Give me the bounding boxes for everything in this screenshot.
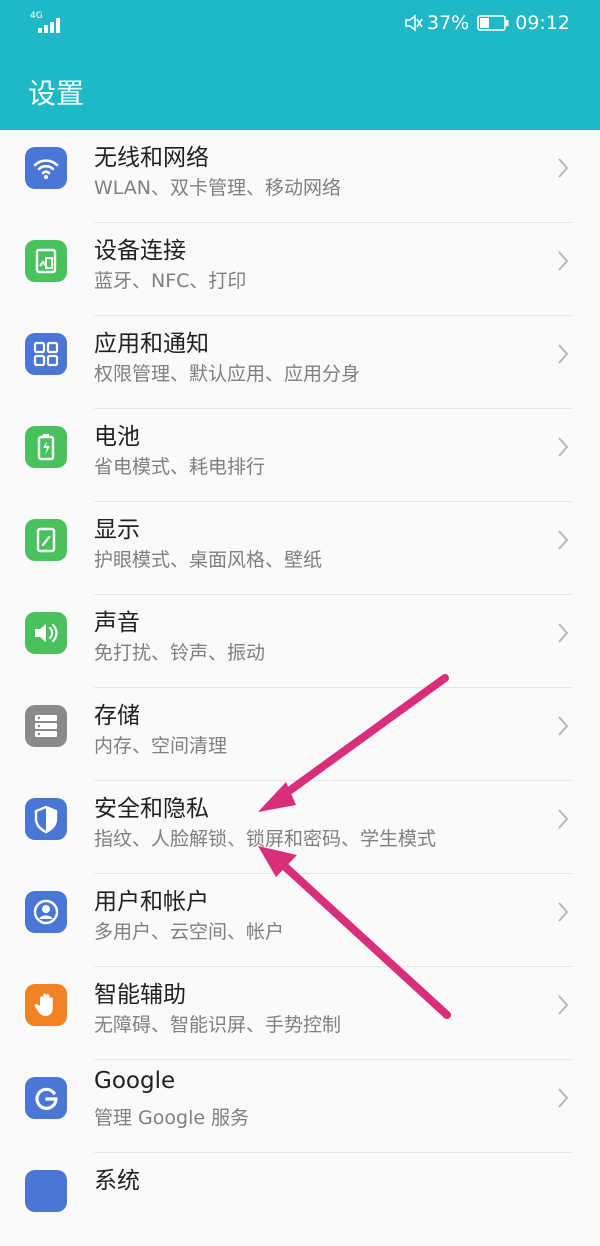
item-subtitle: 无障碍、智能识屏、手势控制 (94, 1014, 342, 1036)
chevron-right-icon (558, 251, 569, 271)
item-subtitle: 权限管理、默认应用、应用分身 (94, 363, 361, 385)
item-subtitle: 多用户、云空间、帐户 (94, 921, 285, 943)
item-title: 声音 (94, 610, 140, 636)
chevron-right-icon (558, 716, 569, 736)
battery-percent: 37% (427, 12, 470, 34)
settings-list: 无线和网络 WLAN、双卡管理、移动网络 设备连接 蓝牙、NFC、打印 应用和通… (0, 130, 600, 1246)
settings-item-storage[interactable]: 存储 内存、空间清理 (0, 688, 600, 781)
sound-icon (25, 612, 67, 654)
clock: 09:12 (515, 12, 570, 34)
apps-icon (25, 333, 67, 375)
item-subtitle: 蓝牙、NFC、打印 (94, 270, 247, 292)
settings-item-users-accounts[interactable]: 用户和帐户 多用户、云空间、帐户 (0, 874, 600, 967)
device-connect-icon (25, 240, 67, 282)
shield-icon (25, 798, 67, 840)
status-bar: 4G 37% 09:12 (0, 0, 600, 50)
chevron-right-icon (558, 809, 569, 829)
settings-item-google[interactable]: Google 管理 Google 服务 (0, 1060, 600, 1153)
chevron-right-icon (558, 902, 569, 922)
google-icon (25, 1077, 67, 1119)
item-title: 应用和通知 (94, 331, 209, 357)
item-subtitle: 管理 Google 服务 (94, 1107, 250, 1129)
chevron-right-icon (558, 995, 569, 1015)
item-subtitle: 护眼模式、桌面风格、壁纸 (94, 549, 323, 571)
item-subtitle: 指纹、人脸解锁、锁屏和密码、学生模式 (94, 828, 437, 850)
item-title: 智能辅助 (94, 982, 186, 1008)
item-title: 存储 (94, 703, 140, 729)
settings-item-security-privacy[interactable]: 安全和隐私 指纹、人脸解锁、锁屏和密码、学生模式 (0, 781, 600, 874)
item-subtitle: 免打扰、铃声、振动 (94, 642, 266, 664)
wifi-icon (25, 147, 67, 189)
settings-item-apps-notifications[interactable]: 应用和通知 权限管理、默认应用、应用分身 (0, 316, 600, 409)
settings-item-device-connection[interactable]: 设备连接 蓝牙、NFC、打印 (0, 223, 600, 316)
chevron-right-icon (558, 158, 569, 178)
item-title: 无线和网络 (94, 145, 209, 171)
battery-setting-icon (25, 426, 67, 468)
item-subtitle: 省电模式、耗电排行 (94, 456, 266, 478)
item-subtitle: 内存、空间清理 (94, 735, 228, 757)
chevron-right-icon (558, 530, 569, 550)
battery-icon (477, 15, 509, 31)
display-icon (25, 519, 67, 561)
settings-item-system[interactable]: 系统 (0, 1153, 600, 1246)
item-title: 用户和帐户 (94, 889, 209, 915)
settings-item-display[interactable]: 显示 护眼模式、桌面风格、壁纸 (0, 502, 600, 595)
storage-icon (25, 705, 67, 747)
chevron-right-icon (558, 1088, 569, 1108)
chevron-right-icon (558, 623, 569, 643)
item-title: 设备连接 (94, 238, 186, 264)
item-title: 安全和隐私 (94, 796, 209, 822)
user-account-icon (25, 891, 67, 933)
chevron-right-icon (558, 437, 569, 457)
item-title: 电池 (94, 424, 140, 450)
page-title: 设置 (28, 77, 85, 110)
system-icon (25, 1170, 67, 1212)
settings-item-wireless-network[interactable]: 无线和网络 WLAN、双卡管理、移动网络 (0, 130, 600, 223)
item-subtitle: WLAN、双卡管理、移动网络 (94, 177, 342, 199)
settings-item-smart-assistance[interactable]: 智能辅助 无障碍、智能识屏、手势控制 (0, 967, 600, 1060)
item-title: Google (94, 1068, 176, 1094)
settings-item-sound[interactable]: 声音 免打扰、铃声、振动 (0, 595, 600, 688)
settings-item-battery[interactable]: 电池 省电模式、耗电排行 (0, 409, 600, 502)
item-title: 显示 (94, 517, 140, 543)
app-bar: 设置 (0, 50, 600, 130)
mute-icon (405, 14, 423, 32)
chevron-right-icon (558, 344, 569, 364)
hand-icon (25, 984, 67, 1026)
